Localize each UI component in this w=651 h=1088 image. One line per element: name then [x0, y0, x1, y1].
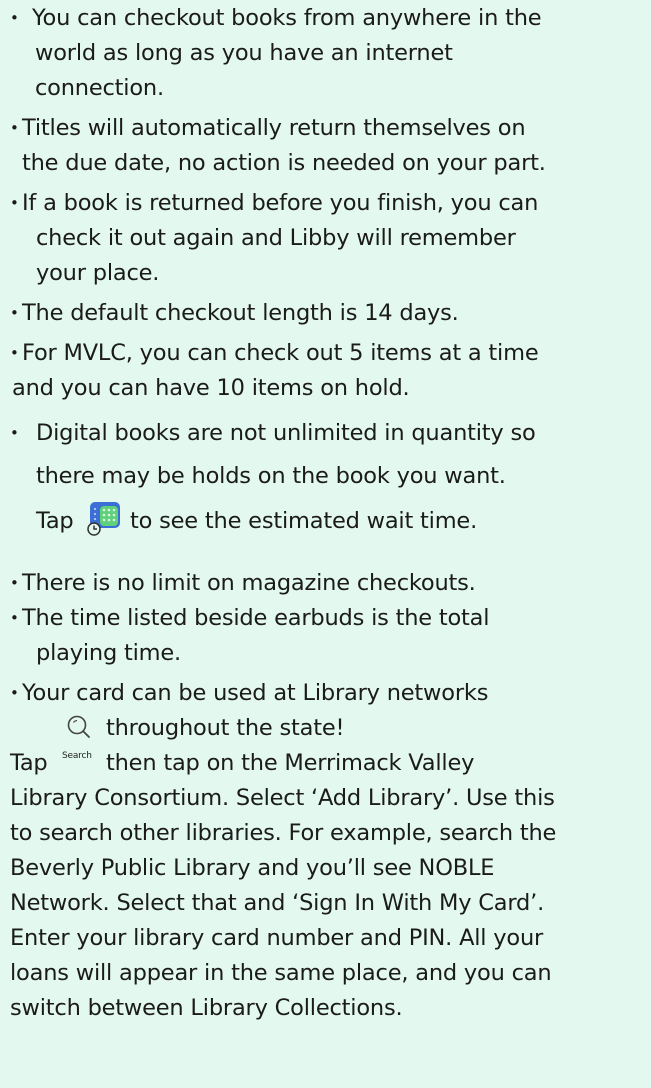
bullet-2-line-1: Titles will automatically return themsel… [22, 115, 526, 141]
bullet-6-tap-rest: to see the estimated wait time. [130, 508, 478, 534]
bullet-marker: • [10, 424, 19, 442]
bullet-3-line-3: your place. [36, 260, 160, 286]
libby-tips-page: • You can checkout books from anywhere i… [0, 0, 651, 1088]
bullet-marker: • [10, 574, 19, 592]
bullet-marker: • [10, 304, 19, 322]
bullet-4-line-1: The default checkout length is 14 days. [22, 300, 459, 326]
search-caption: Search [62, 751, 92, 761]
paragraph-line-2: Library Consortium. Select ‘Add Library’… [10, 785, 555, 811]
paragraph-line-4: Beverly Public Library and you’ll see NO… [10, 855, 495, 881]
paragraph-line-5: Network. Select that and ‘Sign In With M… [10, 890, 545, 916]
bullet-8-line-2: playing time. [36, 640, 181, 666]
bullet-3-line-1: If a book is returned before you finish,… [22, 190, 539, 216]
bullet-1-line-3: connection. [35, 75, 164, 101]
holds-stack-icon [86, 501, 122, 537]
bullet-marker: • [10, 9, 19, 27]
bullet-6-line-2: there may be holds on the book you want. [36, 463, 506, 489]
bullet-1-line-1: You can checkout books from anywhere in … [32, 5, 542, 31]
paragraph-tap-word: Tap [10, 750, 48, 776]
bullet-marker: • [10, 194, 19, 212]
search-icon [64, 712, 108, 756]
bullet-marker: • [10, 119, 19, 137]
paragraph-line-6: Enter your library card number and PIN. … [10, 925, 544, 951]
paragraph-line-3: to search other libraries. For example, … [10, 820, 557, 846]
bullet-5-line-2: and you can have 10 items on hold. [12, 375, 410, 401]
bullet-3-line-2: check it out again and Libby will rememb… [36, 225, 516, 251]
bullet-marker: • [10, 344, 19, 362]
bullet-9-line-1: Your card can be used at Library network… [22, 680, 489, 706]
bullet-5-line-1: For MVLC, you can check out 5 items at a… [22, 340, 539, 366]
paragraph-line-7: loans will appear in the same place, and… [10, 960, 552, 986]
paragraph-line-1: then tap on the Merrimack Valley [106, 750, 475, 776]
bullet-marker: • [10, 684, 19, 702]
paragraph-line-8: switch between Library Collections. [10, 995, 403, 1021]
bullet-marker: • [10, 609, 19, 627]
bullet-6-tap-word: Tap [36, 508, 74, 534]
bullet-6-line-1: Digital books are not unlimited in quant… [36, 420, 536, 446]
bullet-2-line-2: the due date, no action is needed on you… [22, 150, 546, 176]
bullet-8-line-1: The time listed beside earbuds is the to… [22, 605, 490, 631]
bullet-9-line-2: throughout the state! [106, 715, 345, 741]
bullet-1-line-2: world as long as you have an internet [35, 40, 453, 66]
bullet-7-line-1: There is no limit on magazine checkouts. [22, 570, 476, 596]
